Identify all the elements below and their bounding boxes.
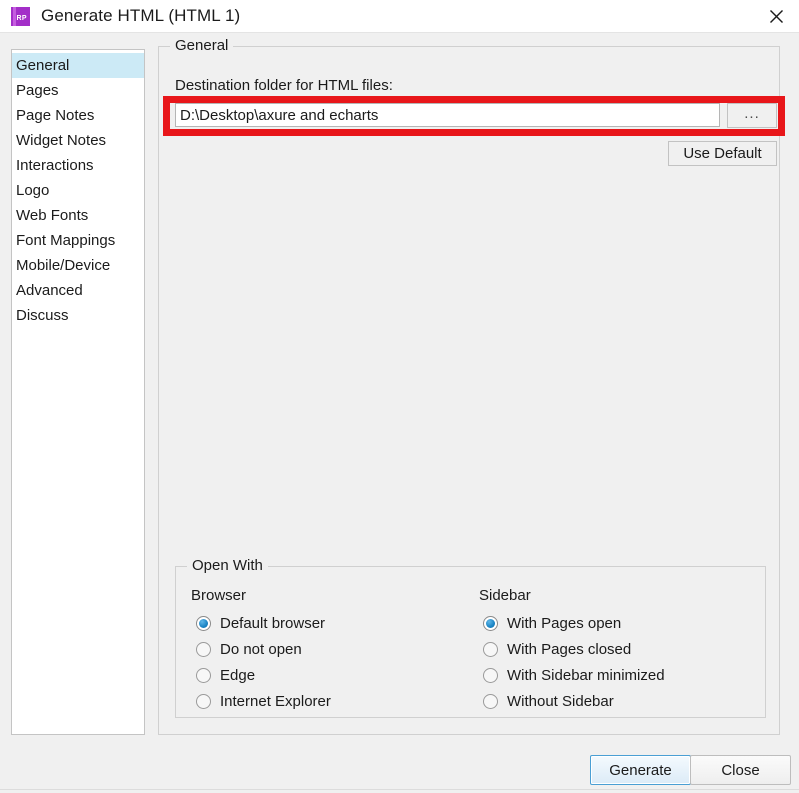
sidebar-item-page-notes[interactable]: Page Notes <box>12 103 144 128</box>
app-icon-label: RP <box>16 14 27 22</box>
title-bar: RP Generate HTML (HTML 1) <box>0 0 799 33</box>
radio-indicator-icon <box>483 615 498 631</box>
radio-with-sidebar-minimized[interactable]: With Sidebar minimized <box>483 664 665 686</box>
generate-button-label: Generate <box>609 761 672 779</box>
radio-edge[interactable]: Edge <box>196 664 255 686</box>
destination-folder-input[interactable] <box>175 103 720 127</box>
sidebar-item-label: Mobile/Device <box>16 257 111 274</box>
general-group-legend: General <box>170 37 234 54</box>
open-with-group-legend: Open With <box>187 557 268 574</box>
radio-without-sidebar[interactable]: Without Sidebar <box>483 690 614 712</box>
sidebar-item-label: Font Mappings <box>16 232 116 249</box>
browse-folder-label: ... <box>744 104 760 122</box>
radio-indicator-icon <box>196 693 211 709</box>
browse-folder-button[interactable]: ... <box>727 103 777 128</box>
open-with-group-box: Open With Browser Sidebar Default browse… <box>175 557 766 718</box>
category-list[interactable]: General Pages Page Notes Widget Notes In… <box>11 49 145 735</box>
sidebar-item-label: Page Notes <box>16 107 95 124</box>
sidebar-item-discuss[interactable]: Discuss <box>12 303 144 328</box>
radio-label: Edge <box>220 666 256 684</box>
sidebar-item-label: Pages <box>16 82 59 99</box>
radio-label: With Pages open <box>507 614 622 632</box>
radio-indicator-icon <box>483 641 498 657</box>
sidebar-item-label: Widget Notes <box>16 132 107 149</box>
sidebar-column-heading: Sidebar <box>479 587 531 604</box>
sidebar-item-label: Advanced <box>16 282 83 299</box>
window-title: Generate HTML (HTML 1) <box>41 6 241 25</box>
destination-folder-label: Destination folder for HTML files: <box>175 77 393 94</box>
radio-indicator-icon <box>483 693 498 709</box>
sidebar-item-web-fonts[interactable]: Web Fonts <box>12 203 144 228</box>
radio-label: Internet Explorer <box>220 692 331 710</box>
sidebar-item-label: Web Fonts <box>16 207 89 224</box>
sidebar-item-pages[interactable]: Pages <box>12 78 144 103</box>
close-icon[interactable] <box>753 0 799 32</box>
radio-do-not-open[interactable]: Do not open <box>196 638 302 660</box>
radio-label: Default browser <box>220 614 326 632</box>
radio-indicator-icon <box>483 667 498 683</box>
sidebar-item-label: Discuss <box>16 307 69 324</box>
footer-separator <box>0 789 799 790</box>
use-default-label: Use Default <box>683 145 762 162</box>
radio-default-browser[interactable]: Default browser <box>196 612 325 634</box>
radio-label: Without Sidebar <box>507 692 614 710</box>
close-dialog-button[interactable]: Close <box>690 755 791 785</box>
sidebar-item-advanced[interactable]: Advanced <box>12 278 144 303</box>
radio-label: With Pages closed <box>507 640 632 658</box>
sidebar-item-logo[interactable]: Logo <box>12 178 144 203</box>
sidebar-item-mobile-device[interactable]: Mobile/Device <box>12 253 144 278</box>
close-dialog-label: Close <box>721 761 760 779</box>
radio-with-pages-open[interactable]: With Pages open <box>483 612 621 634</box>
sidebar-item-label: Logo <box>16 182 50 199</box>
radio-indicator-icon <box>196 615 211 631</box>
sidebar-item-label: Interactions <box>16 157 94 174</box>
radio-label: With Sidebar minimized <box>507 666 665 684</box>
use-default-button[interactable]: Use Default <box>668 141 777 166</box>
radio-label: Do not open <box>220 640 302 658</box>
sidebar-item-font-mappings[interactable]: Font Mappings <box>12 228 144 253</box>
axure-rp-app-icon: RP <box>11 6 30 26</box>
radio-with-pages-closed[interactable]: With Pages closed <box>483 638 631 660</box>
radio-indicator-icon <box>196 667 211 683</box>
sidebar-item-widget-notes[interactable]: Widget Notes <box>12 128 144 153</box>
sidebar-item-interactions[interactable]: Interactions <box>12 153 144 178</box>
generate-button[interactable]: Generate <box>590 755 691 785</box>
sidebar-item-general[interactable]: General <box>12 53 144 78</box>
radio-indicator-icon <box>196 641 211 657</box>
sidebar-item-label: General <box>16 57 70 74</box>
radio-internet-explorer[interactable]: Internet Explorer <box>196 690 331 712</box>
browser-column-heading: Browser <box>191 587 247 604</box>
